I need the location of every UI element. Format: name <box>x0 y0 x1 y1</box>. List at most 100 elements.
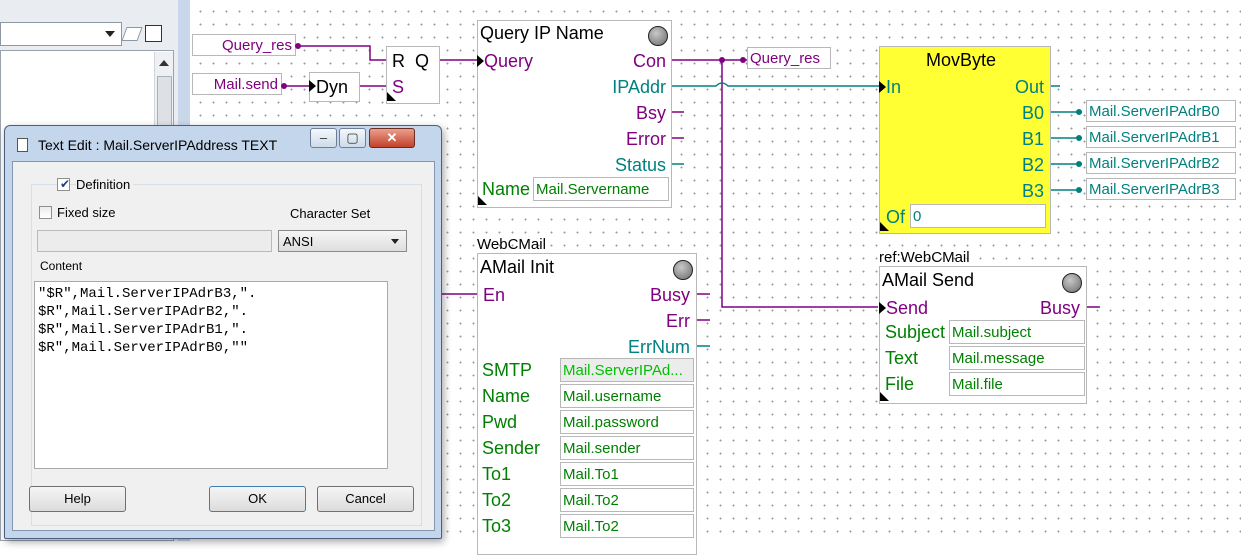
port-err[interactable]: Err <box>666 311 690 331</box>
wire-con-send <box>721 60 878 308</box>
label-b1[interactable]: Mail.ServerIPAdrB1 <box>1086 126 1236 148</box>
port-bsy[interactable]: Bsy <box>636 103 666 123</box>
corner-icon <box>880 222 889 231</box>
rs-r: R <box>392 51 405 71</box>
dialog-title: Text Edit : Mail.ServerIPAddress TEXT <box>38 137 278 153</box>
connector-dot <box>281 83 287 89</box>
input-arrow-icon <box>879 81 886 93</box>
param-subject-label: Subject <box>885 322 946 342</box>
corner-icon <box>880 392 889 401</box>
movbyte-block[interactable]: MovByte In Out B0 B1 B2 B3 Of 0 <box>879 46 1051 234</box>
definition-checkbox[interactable]: ✔ <box>57 177 71 191</box>
port-ipaddr[interactable]: IPAddr <box>612 77 666 97</box>
block-title: AMail Send <box>882 270 975 290</box>
param-text-label: Text <box>885 348 919 368</box>
chevron-down-icon <box>391 239 399 244</box>
charset-value: ANSI <box>283 234 314 249</box>
param-file-value[interactable]: Mail.file <box>949 372 1085 396</box>
param-to3-label: To3 <box>482 516 512 536</box>
amail-send-block[interactable]: AMail Send Send Busy Subject Mail.subjec… <box>879 266 1087 404</box>
charset-label: Character Set <box>290 206 371 221</box>
text-edit-dialog: Text Edit : Mail.ServerIPAddress TEXT – … <box>4 125 442 539</box>
param-to2-value[interactable]: Mail.To2 <box>560 488 694 512</box>
close-button[interactable]: ✕ <box>369 128 415 148</box>
content-label: Content <box>40 259 83 273</box>
input-arrow-icon <box>309 80 316 92</box>
wire-junction <box>719 57 725 63</box>
port-busy[interactable]: Busy <box>1040 298 1080 318</box>
dyn-block[interactable]: Dyn <box>309 72 360 102</box>
cancel-button[interactable]: Cancel <box>317 486 414 512</box>
port-en[interactable]: En <box>483 285 505 305</box>
ok-button[interactable]: OK <box>209 486 306 512</box>
connector-dot <box>1076 161 1082 167</box>
input-arrow-icon <box>879 302 886 314</box>
port-b2[interactable]: B2 <box>1022 155 1044 175</box>
param-of-value[interactable]: 0 <box>910 204 1046 228</box>
checkmark-icon: ✔ <box>60 177 71 191</box>
help-button[interactable]: Help <box>29 486 126 512</box>
param-sender-value[interactable]: Mail.sender <box>560 436 694 460</box>
wire-query-res-r <box>296 45 391 61</box>
param-to1-value[interactable]: Mail.To1 <box>560 462 694 486</box>
param-to3-value[interactable]: Mail.To2 <box>560 514 694 538</box>
label-query-res-out[interactable]: Query_res <box>747 47 831 69</box>
port-in[interactable]: In <box>886 77 901 97</box>
port-b0[interactable]: B0 <box>1022 103 1044 123</box>
param-sender-label: Sender <box>482 438 541 458</box>
port-query[interactable]: Query <box>484 51 533 71</box>
param-to1-label: To1 <box>482 464 512 484</box>
label-query-res-in[interactable]: Query_res <box>192 34 296 56</box>
status-lamp-icon <box>648 26 668 46</box>
block-title: AMail Init <box>480 257 555 277</box>
label-b2[interactable]: Mail.ServerIPAdrB2 <box>1086 152 1236 174</box>
param-subject-value[interactable]: Mail.subject <box>949 320 1085 344</box>
document-icon <box>17 138 28 152</box>
corner-icon <box>387 92 396 101</box>
amail-init-ref: WebCMail <box>477 236 546 253</box>
port-b1[interactable]: B1 <box>1022 129 1044 149</box>
fixed-size-input[interactable] <box>37 230 272 252</box>
port-out[interactable]: Out <box>1015 77 1044 97</box>
connector-dot <box>295 43 301 49</box>
port-status[interactable]: Status <box>615 155 666 175</box>
port-send[interactable]: Send <box>886 298 928 318</box>
fixed-size-checkbox[interactable] <box>39 206 52 219</box>
rs-block[interactable]: R Q S <box>386 46 440 104</box>
label-b3[interactable]: Mail.ServerIPAdrB3 <box>1086 178 1236 200</box>
block-title: MovByte <box>926 50 997 70</box>
label-mail-send[interactable]: Mail.send <box>192 73 282 95</box>
param-name-value[interactable]: Mail.Servername <box>533 177 669 201</box>
label-b0[interactable]: Mail.ServerIPAdrB0 <box>1086 100 1236 122</box>
port-busy[interactable]: Busy <box>650 285 690 305</box>
definition-label: Definition <box>76 177 134 192</box>
param-smtp-label: SMTP <box>482 360 533 380</box>
param-text-value[interactable]: Mail.message <box>949 346 1085 370</box>
port-errnum[interactable]: ErrNum <box>628 337 690 357</box>
status-lamp-icon <box>673 260 693 280</box>
param-pwd-value[interactable]: Mail.password <box>560 410 694 434</box>
rs-q: Q <box>415 51 430 71</box>
content-textarea[interactable]: "$R",Mail.ServerIPAdrB3,". $R",Mail.Serv… <box>34 281 388 469</box>
port-b3[interactable]: B3 <box>1022 181 1044 201</box>
charset-select[interactable]: ANSI <box>278 230 407 252</box>
param-smtp-value[interactable]: Mail.ServerIPAd... <box>560 358 694 382</box>
block-title: Query IP Name <box>480 23 604 43</box>
minimize-button[interactable]: – <box>310 128 337 148</box>
amail-init-block[interactable]: AMail Init En Busy Err ErrNum SMTP Mail.… <box>477 253 697 555</box>
wire-ipaddr-in <box>665 82 880 87</box>
status-lamp-icon <box>1062 273 1082 293</box>
port-con[interactable]: Con <box>633 51 666 71</box>
param-to2-label: To2 <box>482 490 512 510</box>
param-file-label: File <box>885 374 915 394</box>
corner-icon <box>478 196 487 205</box>
param-pwd-label: Pwd <box>482 412 518 432</box>
port-error[interactable]: Error <box>626 129 666 149</box>
fixed-size-label: Fixed size <box>57 205 116 220</box>
param-name-label: Name <box>482 179 531 199</box>
param-name-value[interactable]: Mail.username <box>560 384 694 408</box>
query-ip-name-block[interactable]: Query IP Name Query Con IPAddr Bsy Error… <box>477 20 672 208</box>
maximize-button[interactable]: ▢ <box>339 128 366 148</box>
connector-dot <box>1076 109 1082 115</box>
connector-dot <box>1076 135 1082 141</box>
